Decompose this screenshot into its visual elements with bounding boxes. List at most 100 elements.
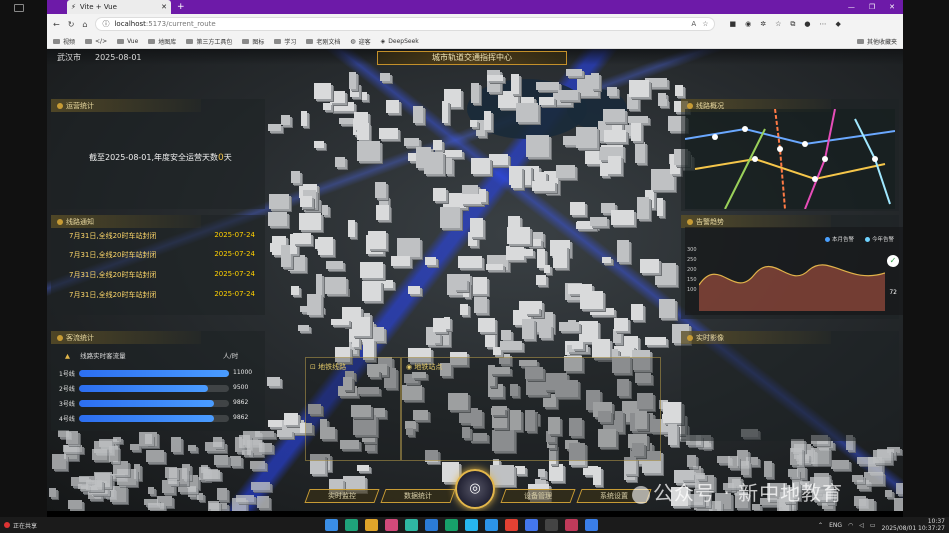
profile-avatar[interactable]: ● (804, 20, 810, 29)
notice-item[interactable]: 7月31日,全线20时车站封闭 2025-07-24 (69, 231, 255, 243)
app-icon[interactable] (14, 4, 24, 12)
right-desktop-strip (903, 0, 949, 517)
building (242, 449, 252, 456)
vscode-icon[interactable] (465, 519, 478, 531)
folder-icon (306, 38, 314, 44)
more-menu-icon[interactable]: ⋯ (819, 20, 826, 29)
building (575, 126, 598, 149)
close-window-icon[interactable]: ✕ (889, 3, 895, 11)
file-explorer-icon[interactable] (365, 519, 378, 531)
building (863, 472, 883, 485)
building (168, 478, 177, 485)
app-icon[interactable] (345, 519, 358, 531)
back-icon[interactable]: ← (53, 20, 60, 29)
building (284, 413, 298, 426)
copilot-icon[interactable]: ◆ (835, 20, 840, 29)
y-tick: 300 (687, 247, 697, 253)
notice-item[interactable]: 7月31日,全线20时车站封闭 2025-07-24 (69, 270, 255, 282)
building (67, 499, 83, 509)
extension-icon[interactable]: ■ (729, 20, 736, 29)
bookmark-item[interactable]: 老刚文档 (306, 37, 340, 46)
bookmark-item[interactable]: 学习 (274, 37, 296, 46)
bookmark-item[interactable]: 视频 (53, 37, 75, 46)
edge-icon[interactable] (525, 519, 538, 531)
browser-titlebar: ⚡ Vite + Vue ✕ + — ❐ ✕ (47, 0, 903, 14)
center-orb-button[interactable]: ◎ (455, 469, 495, 509)
browser-tab[interactable]: ⚡ Vite + Vue ✕ (67, 0, 171, 14)
building (515, 103, 539, 122)
app-icon[interactable] (565, 519, 578, 531)
site-info-icon[interactable]: ⓘ (102, 19, 109, 29)
building (469, 218, 483, 237)
chevron-up-icon[interactable]: ⌃ (818, 522, 823, 529)
lang-indicator[interactable]: ENG (829, 522, 842, 529)
new-tab-button[interactable]: + (177, 2, 185, 12)
building (601, 256, 611, 263)
chrome-icon[interactable] (505, 519, 518, 531)
start-icon[interactable] (325, 519, 338, 531)
building (356, 122, 369, 140)
refresh-icon[interactable]: ↻ (68, 20, 75, 29)
building (375, 181, 386, 199)
nav-monitor-button[interactable]: 实时监控 (304, 489, 380, 503)
flow-bar-fill (79, 385, 208, 392)
extension-icon[interactable]: ✲ (760, 20, 766, 29)
notice-item[interactable]: 7月31日,全线20时车站封闭 2025-07-24 (69, 250, 255, 262)
notice-item[interactable]: 7月31日,全线20时车站封闭 2025-07-24 (69, 290, 255, 302)
metro-stations-box[interactable]: ◉ 地铁站点 (401, 357, 661, 461)
building (292, 232, 312, 244)
y-tick: 250 (687, 257, 697, 263)
extension-icon[interactable]: ◉ (745, 20, 751, 29)
other-bookmarks[interactable]: 其他收藏夹 (856, 37, 897, 46)
bookmark-item[interactable]: 图标 (242, 37, 264, 46)
app-icon[interactable] (445, 519, 458, 531)
building (484, 111, 491, 130)
building (608, 156, 622, 174)
building (164, 466, 177, 478)
building (291, 171, 301, 184)
building (477, 318, 496, 333)
app-icon[interactable] (405, 519, 418, 531)
3d-city-map[interactable]: 武汉市 2025-08-01 城市轨道交通指挥中心 运营统计 截至2025-08… (47, 49, 903, 511)
bookmark-item[interactable]: </> (85, 38, 107, 45)
bookmark-item[interactable]: ◍ 迎客 (350, 37, 370, 46)
building (445, 157, 453, 174)
restore-icon[interactable]: ❐ (869, 3, 875, 11)
building (589, 216, 607, 226)
app-icon[interactable] (385, 519, 398, 531)
bookmark-item[interactable]: Vue (117, 38, 138, 45)
nav-stats-button[interactable]: 数据统计 (380, 489, 456, 503)
bookmark-item[interactable]: 地图库 (148, 37, 176, 46)
collections-icon[interactable]: ⧉ (790, 20, 795, 29)
building (811, 448, 829, 465)
y-tick: 200 (687, 267, 697, 273)
favorite-star-icon[interactable]: ☆ (702, 20, 708, 28)
battery-icon[interactable]: ▭ (870, 522, 876, 529)
address-bar[interactable]: ⓘ localhost:5173/current_route A ☆ (95, 17, 716, 31)
metro-line-map[interactable] (685, 109, 895, 209)
favorites-icon[interactable]: ☆ (775, 20, 781, 29)
minimize-icon[interactable]: — (848, 3, 855, 11)
flow-icon: ▲ (65, 352, 70, 360)
building (267, 212, 288, 226)
app-icon[interactable] (485, 519, 498, 531)
screen-share-indicator[interactable]: 正在共享 (0, 521, 37, 530)
terminal-icon[interactable] (545, 519, 558, 531)
metro-lines-box[interactable]: ⊡ 地铁线路 (305, 357, 401, 461)
nav-device-button[interactable]: 设备管理 (500, 489, 576, 503)
wifi-icon[interactable]: ◠ (848, 522, 853, 529)
clock[interactable]: 10:37 2025/08/01 10:37:27 (882, 518, 945, 532)
app-icon[interactable] (425, 519, 438, 531)
read-aloud-icon[interactable]: A (691, 20, 696, 28)
bookmark-item[interactable]: 第三方工具包 (186, 37, 232, 46)
close-tab-icon[interactable]: ✕ (161, 3, 167, 11)
media-panel: 实时影像 (681, 331, 899, 441)
deepseek-icon: ◈ (380, 37, 386, 45)
bookmark-item[interactable]: ◈ DeepSeek (381, 38, 419, 45)
volume-icon[interactable]: ◁ (859, 522, 864, 529)
building (591, 338, 610, 358)
building (885, 490, 893, 497)
app-icon[interactable] (585, 519, 598, 531)
home-icon[interactable]: ⌂ (82, 20, 87, 29)
building (113, 460, 129, 476)
